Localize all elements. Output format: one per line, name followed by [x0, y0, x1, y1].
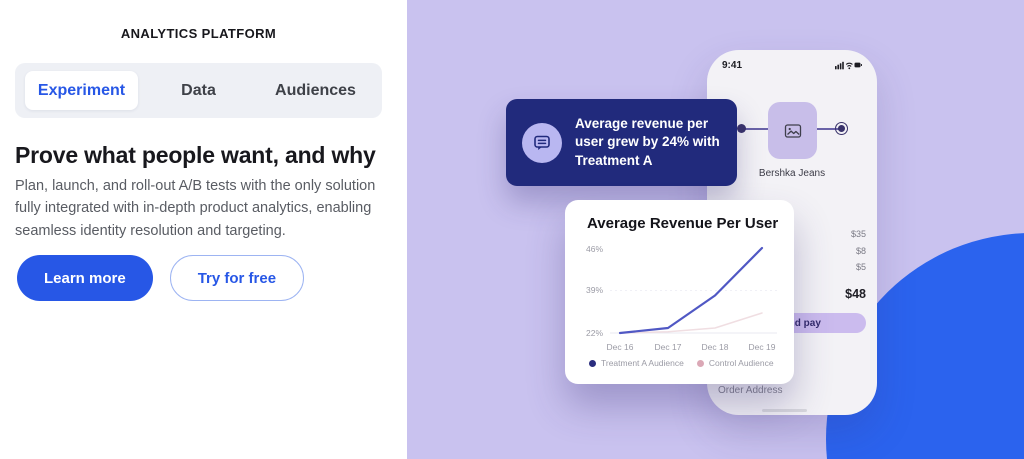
price-column: $35 $8 $5 $48: [796, 226, 866, 301]
eyebrow-label: ANALYTICS PLATFORM: [120, 26, 277, 41]
home-indicator: [762, 409, 807, 412]
stepper-dot-3-active: [835, 122, 848, 135]
legend-dot-control: [696, 359, 704, 367]
callout-text: Average revenue per user grew by 24% wit…: [575, 115, 720, 168]
description-text: Plan, launch, and roll-out A/B tests wit…: [15, 178, 376, 239]
price-item: $35: [850, 229, 866, 239]
legend-label: Treatment A Audience: [601, 358, 684, 368]
tab-experiment[interactable]: Experiment: [25, 71, 138, 110]
order-address-label: Order Address: [718, 385, 783, 396]
chart-title: Average Revenue Per User: [587, 215, 779, 232]
tab-data[interactable]: Data: [142, 71, 255, 110]
marketing-panel: ANALYTICS PLATFORM Experiment Data Audie…: [0, 0, 407, 459]
y-axis-tick: 46%: [585, 244, 603, 254]
price-item: $8: [855, 245, 866, 256]
try-for-free-button[interactable]: Try for free: [169, 255, 305, 301]
callout-icon-circle: [522, 122, 562, 163]
status-icons: [835, 61, 862, 70]
page-title: Prove what people want, and why: [15, 142, 376, 168]
hero-illustration: 9:41 ←: [407, 0, 1024, 459]
chart-card: Average Revenue Per User 46% 39% 22% Dec…: [565, 200, 794, 384]
image-icon: [784, 123, 801, 138]
chat-bubble-icon: [534, 135, 550, 150]
product-image-placeholder: [768, 102, 817, 159]
x-axis-tick: Dec 16: [606, 342, 634, 352]
x-axis-tick: Dec 19: [748, 342, 776, 352]
tab-audiences[interactable]: Audiences: [259, 71, 372, 110]
legend-dot-treatment: [589, 359, 596, 367]
legend-item-treatment: Treatment A Audience: [589, 358, 684, 368]
y-axis-tick: 22%: [585, 328, 603, 338]
phone-statusbar: 9:41: [707, 58, 877, 72]
status-time: 9:41: [722, 59, 743, 71]
order-total: $48: [845, 286, 866, 301]
insight-callout-card: Average revenue per user grew by 24% wit…: [506, 99, 737, 186]
x-axis-tick: Dec 17: [654, 342, 682, 352]
y-axis-tick: 39%: [585, 285, 603, 295]
feature-tabbar: Experiment Data Audiences: [15, 63, 382, 118]
stepper-dot-1: [737, 124, 746, 133]
legend-item-control: Control Audience: [696, 358, 774, 368]
x-axis-tick: Dec 18: [701, 342, 729, 352]
legend-label: Control Audience: [708, 358, 774, 368]
chart-legend: Treatment A Audience Control Audience: [589, 358, 774, 368]
learn-more-button[interactable]: Learn more: [17, 255, 153, 301]
price-item: $5: [855, 262, 866, 272]
cta-row: Learn more Try for free: [17, 255, 305, 301]
